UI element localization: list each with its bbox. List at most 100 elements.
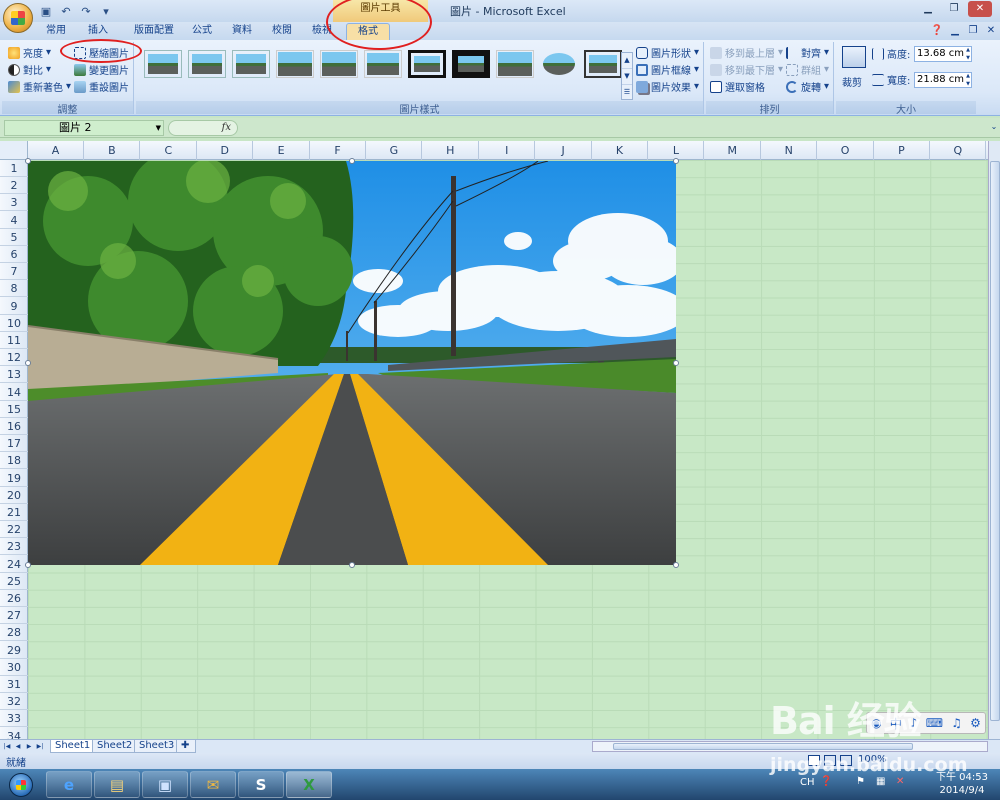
zoom-level[interactable]: 100% <box>858 754 887 765</box>
picture-style-10[interactable] <box>540 50 578 78</box>
column-header[interactable]: A <box>28 141 84 160</box>
crop-icon[interactable] <box>842 46 866 68</box>
flag-icon[interactable]: ⚑ <box>856 776 865 787</box>
formula-input[interactable] <box>240 120 986 136</box>
gallery-up-icon[interactable]: ▲ <box>622 53 632 69</box>
row-header[interactable]: 11 <box>0 332 28 349</box>
picture-effects-button[interactable]: 圖片效果 ▾ <box>636 79 699 94</box>
picture-shape-button[interactable]: 圖片形狀 ▾ <box>636 45 699 60</box>
row-header[interactable]: 22 <box>0 521 28 539</box>
prev-sheet-icon[interactable]: ◀ <box>13 740 23 753</box>
picture-border-button[interactable]: 圖片框線 ▾ <box>636 62 699 77</box>
sheet-tab-2[interactable]: Sheet2 <box>92 740 138 753</box>
tab-insert[interactable]: 插入 <box>80 23 116 40</box>
redo-icon[interactable]: ↷ <box>78 4 94 18</box>
picture-style-7[interactable] <box>408 50 446 78</box>
tab-formulas[interactable]: 公式 <box>184 23 220 40</box>
skype-icon[interactable]: S <box>238 771 284 798</box>
row-header[interactable]: 21 <box>0 504 28 521</box>
gallery-down-icon[interactable]: ▼ <box>622 69 632 85</box>
resize-handle-bottom[interactable] <box>349 562 355 568</box>
column-header[interactable]: J <box>536 141 592 160</box>
column-header[interactable]: Q <box>930 141 987 160</box>
row-header[interactable]: 23 <box>0 538 28 556</box>
clock[interactable]: 下午 04:53 2014/9/4 <box>932 771 992 797</box>
row-header[interactable]: 13 <box>0 366 28 384</box>
row-header[interactable]: 26 <box>0 590 28 607</box>
picture-style-1[interactable] <box>144 50 182 78</box>
row-header[interactable]: 6 <box>0 246 28 263</box>
last-sheet-icon[interactable]: ▶| <box>35 740 45 753</box>
computer-icon[interactable]: ▣ <box>142 771 188 798</box>
row-header[interactable]: 31 <box>0 676 28 693</box>
formula-bar-expand-icon[interactable]: ⌄ <box>989 120 999 136</box>
row-header[interactable]: 1 <box>0 160 28 177</box>
picture-style-2[interactable] <box>188 50 226 78</box>
ime-settings-icon[interactable]: ⚙ <box>970 716 981 730</box>
resize-handle-top-right[interactable] <box>673 158 679 164</box>
compress-pictures-button[interactable]: 壓縮圖片 <box>74 45 129 60</box>
picture-style-11[interactable] <box>584 50 622 78</box>
vertical-scroll-thumb[interactable] <box>990 161 1000 721</box>
row-header[interactable]: 8 <box>0 280 28 298</box>
row-header[interactable]: 33 <box>0 710 28 728</box>
vertical-scrollbar[interactable] <box>988 141 1000 739</box>
row-header[interactable]: 3 <box>0 194 28 212</box>
gallery-more-icon[interactable]: ☰ <box>622 85 632 101</box>
row-header[interactable]: 27 <box>0 607 28 625</box>
customize-qat-icon[interactable]: ▾ <box>98 4 114 18</box>
ime-punct-icon[interactable]: ♪ <box>910 716 918 730</box>
tab-data[interactable]: 資料 <box>224 23 260 40</box>
resize-handle-right[interactable] <box>673 360 679 366</box>
picture-style-6[interactable] <box>364 50 402 78</box>
change-picture-button[interactable]: 變更圖片 <box>74 62 129 77</box>
column-header[interactable]: I <box>479 141 536 160</box>
resize-handle-bottom-left[interactable] <box>25 562 31 568</box>
save-icon[interactable]: ▣ <box>38 4 54 18</box>
horizontal-scrollbar[interactable] <box>592 741 988 752</box>
column-header[interactable]: O <box>818 141 874 160</box>
row-header[interactable]: 34 <box>0 728 28 739</box>
row-header[interactable]: 28 <box>0 624 28 642</box>
column-header[interactable]: F <box>310 141 366 160</box>
picture-style-3[interactable] <box>232 50 270 78</box>
row-header[interactable]: 10 <box>0 315 28 332</box>
column-header[interactable]: K <box>592 141 648 160</box>
row-header[interactable]: 16 <box>0 418 28 435</box>
resize-handle-top-left[interactable] <box>25 158 31 164</box>
brightness-button[interactable]: 亮度 ▾ <box>8 45 51 60</box>
row-header[interactable]: 32 <box>0 693 28 711</box>
crop-label[interactable]: 裁剪 <box>842 74 862 89</box>
start-button[interactable] <box>2 769 40 800</box>
row-header[interactable]: 7 <box>0 263 28 281</box>
height-input[interactable]: 13.68 cm <box>914 46 972 62</box>
network-icon[interactable]: ▦ <box>876 776 885 787</box>
normal-view-icon[interactable] <box>808 755 820 766</box>
name-box[interactable]: 圖片 2 ▼ <box>4 120 164 136</box>
column-header[interactable]: C <box>141 141 197 160</box>
align-button[interactable]: 對齊 ▾ <box>786 45 829 60</box>
resize-handle-top[interactable] <box>349 158 355 164</box>
column-header[interactable]: E <box>254 141 310 160</box>
outlook-icon[interactable]: ✉ <box>190 771 236 798</box>
tab-page-layout[interactable]: 版面配置 <box>124 23 184 40</box>
minimize-button[interactable]: ▁ <box>916 1 940 17</box>
horizontal-scroll-thumb[interactable] <box>613 743 913 750</box>
select-all-corner[interactable] <box>0 141 28 160</box>
contrast-button[interactable]: 對比 ▾ <box>8 62 51 77</box>
next-sheet-icon[interactable]: ▶ <box>24 740 34 753</box>
page-layout-view-icon[interactable] <box>824 755 836 766</box>
send-to-back-button[interactable]: 移到最下層 ▾ <box>710 62 783 77</box>
tab-format[interactable]: 格式 <box>346 23 390 40</box>
row-header[interactable]: 4 <box>0 212 28 229</box>
file-explorer-icon[interactable]: ▤ <box>94 771 140 798</box>
insert-sheet-icon[interactable]: ✚ <box>176 740 196 753</box>
close-button[interactable]: ✕ <box>968 1 992 17</box>
rotate-button[interactable]: 旋轉 ▾ <box>786 79 829 94</box>
row-header[interactable]: 17 <box>0 435 28 453</box>
column-header[interactable]: G <box>366 141 423 160</box>
row-header[interactable]: 15 <box>0 401 28 418</box>
column-header[interactable]: H <box>423 141 479 160</box>
excel-taskbar-icon[interactable]: X <box>286 771 332 798</box>
resize-handle-bottom-right[interactable] <box>673 562 679 568</box>
